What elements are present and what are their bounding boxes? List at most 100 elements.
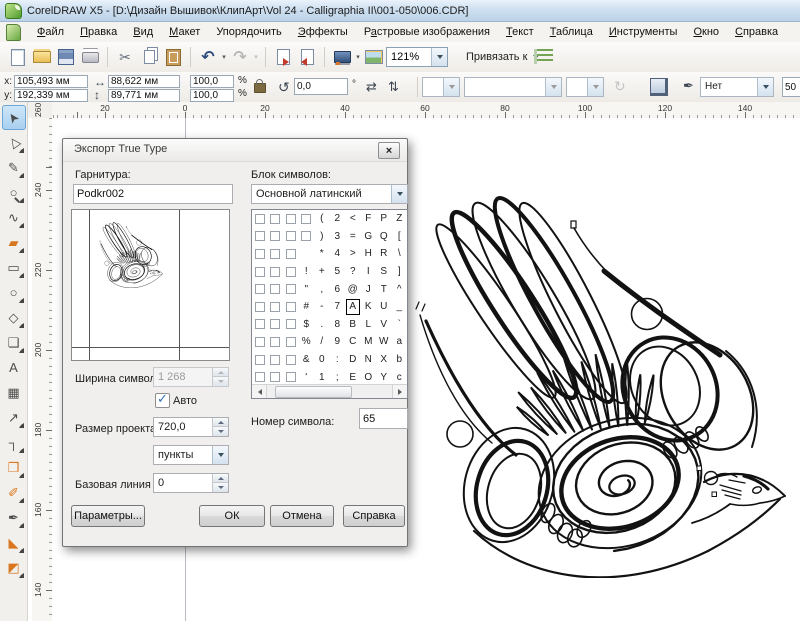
char-cell[interactable]: ! [299,263,315,281]
char-cell[interactable]: + [314,263,330,281]
spin-up-icon[interactable] [213,474,228,482]
charset-checkbox[interactable] [255,372,265,382]
char-cell[interactable]: X [376,351,392,369]
char-cell[interactable]: D [345,351,361,369]
smart-fill-tool[interactable]: ▰ [2,230,26,255]
char-cell[interactable]: \ [392,245,408,263]
char-cell[interactable]: S [376,263,392,281]
save-icon[interactable] [56,47,76,67]
charset-checkbox[interactable] [286,214,296,224]
char-cell[interactable]: N [361,351,377,369]
char-cell[interactable] [268,263,284,281]
paste-icon[interactable] [163,47,183,67]
y-position-field[interactable] [14,89,88,102]
menu-item[interactable]: Эффекты [290,24,356,40]
char-cell[interactable]: / [314,333,330,351]
outline-style-combo[interactable] [464,77,562,97]
charset-checkbox[interactable] [255,249,265,259]
menu-item[interactable]: Таблица [542,24,601,40]
char-cell[interactable]: ( [314,210,330,228]
char-cell[interactable] [283,333,299,351]
char-cell[interactable] [252,351,268,369]
undo-icon[interactable]: ↶ [198,47,218,67]
charset-checkbox[interactable] [286,284,296,294]
font-family-field[interactable] [73,184,233,204]
char-cell[interactable] [268,280,284,298]
new-icon[interactable] [8,47,28,67]
scale-y-field[interactable] [190,89,234,102]
char-cell[interactable]: 6 [330,280,346,298]
basic-shapes-tool[interactable]: ❏ [2,330,26,355]
char-cell[interactable]: K [361,298,377,316]
outline-pen-icon[interactable]: ✒ [683,78,694,94]
char-cell[interactable] [252,298,268,316]
outline-pen-tool[interactable]: ✒ [2,505,26,530]
char-cell[interactable] [268,228,284,246]
combo-dropdown-button[interactable] [391,185,407,203]
menu-item[interactable]: Правка [72,24,125,40]
shape-tool[interactable]: ▷ [2,130,26,155]
menu-item[interactable]: Вид [125,24,161,40]
baseline-spinner[interactable]: 0 [153,473,229,493]
char-cell[interactable] [283,351,299,369]
char-cell[interactable] [283,280,299,298]
ellipse-tool[interactable]: ○ [2,280,26,305]
charset-checkbox[interactable] [286,319,296,329]
char-cell[interactable]: , [314,280,330,298]
rotation-angle-field[interactable] [294,78,348,95]
menu-item[interactable]: Растровые изображения [356,24,498,40]
pick-tool[interactable]: ➤ [2,105,26,130]
chevron-down-icon[interactable]: ▾ [354,53,362,61]
welcome-icon[interactable] [364,47,384,67]
charset-checkbox[interactable] [301,231,311,241]
copy-icon[interactable] [139,47,159,67]
charset-checkbox[interactable] [286,372,296,382]
spin-down-icon[interactable] [213,376,228,386]
char-cell[interactable] [268,298,284,316]
scale-x-field[interactable] [190,75,234,88]
char-cell[interactable]: J [361,280,377,298]
charset-checkbox[interactable] [270,337,280,347]
char-cell[interactable]: 3 [330,228,346,246]
charset-checkbox[interactable] [270,249,280,259]
char-cell[interactable]: _ [392,298,408,316]
char-cell[interactable]: 4 [330,245,346,263]
char-cell[interactable] [283,245,299,263]
cut-icon[interactable]: ✂ [115,47,135,67]
scroll-track[interactable] [267,385,392,398]
char-cell[interactable]: - [314,298,330,316]
auto-checkbox[interactable]: ✓ [155,393,170,408]
char-cell[interactable]: 9 [330,333,346,351]
char-cell[interactable]: * [314,245,330,263]
char-cell[interactable]: V [376,316,392,334]
menu-item[interactable]: Окно [685,24,727,40]
char-cell[interactable]: Z [392,210,408,228]
charset-checkbox[interactable] [255,231,265,241]
chevron-down-icon[interactable]: ▾ [252,53,260,61]
char-cell[interactable]: " [299,280,315,298]
ok-button[interactable]: ОК [199,505,265,527]
menu-item[interactable]: Упорядочить [208,24,289,40]
print-icon[interactable] [80,47,100,67]
charset-checkbox[interactable] [255,355,265,365]
cancel-button[interactable]: Отмена [270,505,334,527]
char-cell[interactable] [268,316,284,334]
outline-width-combo[interactable]: Нет [700,77,774,97]
char-cell[interactable] [268,210,284,228]
scroll-thumb[interactable] [275,386,352,398]
text-tool[interactable]: А [2,355,26,380]
char-cell[interactable]: [ [392,228,408,246]
charset-checkbox[interactable] [255,302,265,312]
vertical-ruler[interactable]: 260240220200180160140 [32,118,53,621]
char-cell[interactable]: 8 [330,316,346,334]
design-size-spinner[interactable]: 720,0 [153,417,229,437]
char-cell[interactable] [299,245,315,263]
char-cell[interactable]: L [361,316,377,334]
char-cell[interactable]: R [376,245,392,263]
menu-item[interactable]: Текст [498,24,542,40]
eyedropper-tool[interactable]: ✐ [2,480,26,505]
options-icon[interactable] [534,49,553,64]
blend-tool[interactable]: ❒ [2,455,26,480]
menu-item[interactable]: Справка [727,24,786,40]
char-cell[interactable] [283,228,299,246]
